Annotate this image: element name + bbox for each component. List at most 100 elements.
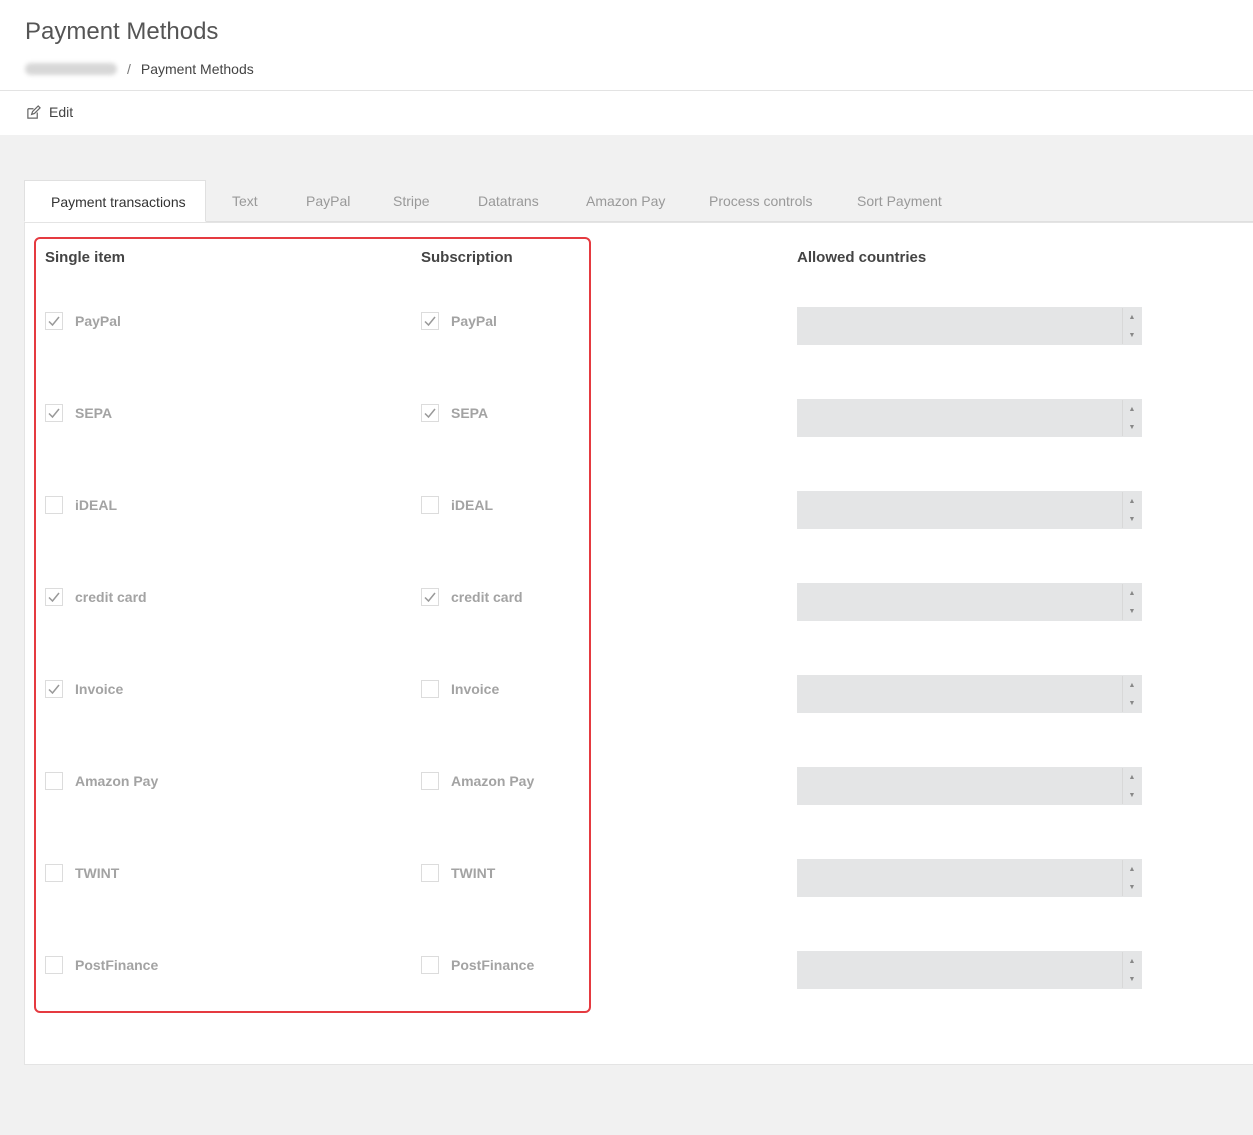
single-amazon-pay-checkbox[interactable]	[45, 772, 63, 790]
checkmark-icon	[424, 316, 436, 327]
subscription-twint-label: TWINT	[451, 865, 496, 881]
edit-icon	[27, 104, 41, 119]
spin-down-icon[interactable]: ▼	[1123, 878, 1141, 896]
spinner-buttons: ▲ ▼	[1122, 400, 1141, 436]
spin-up-icon[interactable]: ▲	[1123, 400, 1141, 418]
subscription-heading: Subscription	[421, 249, 513, 266]
spin-down-icon[interactable]: ▼	[1123, 326, 1141, 344]
spin-up-icon[interactable]: ▲	[1123, 308, 1141, 326]
breadcrumb-blurred-item[interactable]	[25, 63, 117, 75]
subscription-twint-checkbox[interactable]	[421, 864, 439, 882]
allowed-countries-heading: Allowed countries	[797, 249, 927, 266]
single-amazon-pay-option[interactable]: Amazon Pay	[45, 772, 158, 790]
subscription-paypal-checkbox[interactable]	[421, 312, 439, 330]
spin-down-icon[interactable]: ▼	[1123, 970, 1141, 988]
subscription-sepa-label: SEPA	[451, 405, 489, 421]
subscription-amazon-pay-checkbox[interactable]	[421, 772, 439, 790]
allowed-countries-credit-card-input[interactable]: ▲ ▼	[797, 583, 1142, 621]
tab-amazon-pay[interactable]: Amazon Pay	[586, 180, 665, 222]
single-postfinance-checkbox[interactable]	[45, 956, 63, 974]
spin-down-icon[interactable]: ▼	[1123, 786, 1141, 804]
subscription-ideal-label: iDEAL	[451, 497, 493, 513]
allowed-countries-invoice-input[interactable]: ▲ ▼	[797, 675, 1142, 713]
spin-up-icon[interactable]: ▲	[1123, 952, 1141, 970]
subscription-ideal-option[interactable]: iDEAL	[421, 496, 493, 514]
subscription-invoice-option[interactable]: Invoice	[421, 680, 499, 698]
single-credit-card-checkbox[interactable]	[45, 588, 63, 606]
single-sepa-checkbox[interactable]	[45, 404, 63, 422]
allowed-countries-paypal-input[interactable]: ▲ ▼	[797, 307, 1142, 345]
subscription-postfinance-option[interactable]: PostFinance	[421, 956, 534, 974]
single-invoice-option[interactable]: Invoice	[45, 680, 123, 698]
breadcrumb-current: Payment Methods	[140, 61, 254, 77]
tab-sort-payment[interactable]: Sort Payment	[857, 180, 942, 222]
single-invoice-label: Invoice	[75, 681, 124, 697]
allowed-countries-amazon-pay-input[interactable]: ▲ ▼	[797, 767, 1142, 805]
edit-button[interactable]: Edit	[26, 104, 73, 120]
tab-text[interactable]: Text	[232, 180, 258, 222]
spinner-buttons: ▲ ▼	[1122, 952, 1141, 988]
spinner-buttons: ▲ ▼	[1122, 584, 1141, 620]
subscription-sepa-option[interactable]: SEPA	[421, 404, 488, 422]
spin-up-icon[interactable]: ▲	[1123, 492, 1141, 510]
single-paypal-label: PayPal	[75, 313, 121, 329]
tab-process-controls[interactable]: Process controls	[709, 180, 812, 222]
page-header: Payment Methods / Payment Methods	[0, 0, 1253, 91]
single-invoice-checkbox[interactable]	[45, 680, 63, 698]
checkmark-icon	[424, 592, 436, 603]
subscription-credit-card-label: credit card	[451, 589, 523, 605]
allowed-countries-postfinance-input[interactable]: ▲ ▼	[797, 951, 1142, 989]
page-title: Payment Methods	[25, 18, 219, 45]
single-credit-card-label: credit card	[75, 589, 147, 605]
subscription-credit-card-checkbox[interactable]	[421, 588, 439, 606]
single-twint-option[interactable]: TWINT	[45, 864, 119, 882]
checkmark-icon	[48, 316, 60, 327]
subscription-postfinance-checkbox[interactable]	[421, 956, 439, 974]
allowed-countries-sepa-input[interactable]: ▲ ▼	[797, 399, 1142, 437]
checkmark-icon	[48, 408, 60, 419]
spinner-buttons: ▲ ▼	[1122, 768, 1141, 804]
tab-datatrans[interactable]: Datatrans	[478, 180, 539, 222]
tab-paypal[interactable]: PayPal	[306, 180, 350, 222]
breadcrumb-separator: /	[127, 61, 131, 77]
subscription-credit-card-option[interactable]: credit card	[421, 588, 523, 606]
single-ideal-label: iDEAL	[75, 497, 117, 513]
spin-up-icon[interactable]: ▲	[1123, 860, 1141, 878]
spin-down-icon[interactable]: ▼	[1123, 418, 1141, 436]
tab-content-panel	[24, 222, 1253, 1065]
spin-down-icon[interactable]: ▼	[1123, 694, 1141, 712]
single-ideal-checkbox[interactable]	[45, 496, 63, 514]
allowed-countries-ideal-input[interactable]: ▲ ▼	[797, 491, 1142, 529]
subscription-paypal-option[interactable]: PayPal	[421, 312, 497, 330]
spin-down-icon[interactable]: ▼	[1123, 510, 1141, 528]
breadcrumb: / Payment Methods	[25, 61, 254, 77]
spin-up-icon[interactable]: ▲	[1123, 676, 1141, 694]
subscription-invoice-checkbox[interactable]	[421, 680, 439, 698]
single-twint-label: TWINT	[75, 865, 120, 881]
single-ideal-option[interactable]: iDEAL	[45, 496, 117, 514]
subscription-amazon-pay-option[interactable]: Amazon Pay	[421, 772, 534, 790]
tab-bar: Payment transactions Text PayPal Stripe …	[24, 180, 1253, 222]
subscription-amazon-pay-label: Amazon Pay	[451, 773, 535, 789]
checkmark-icon	[48, 592, 60, 603]
subscription-ideal-checkbox[interactable]	[421, 496, 439, 514]
single-sepa-label: SEPA	[75, 405, 113, 421]
subscription-twint-option[interactable]: TWINT	[421, 864, 495, 882]
tab-payment-transactions[interactable]: Payment transactions	[24, 180, 206, 222]
spin-up-icon[interactable]: ▲	[1123, 768, 1141, 786]
single-twint-checkbox[interactable]	[45, 864, 63, 882]
subscription-postfinance-label: PostFinance	[451, 957, 535, 973]
single-postfinance-option[interactable]: PostFinance	[45, 956, 158, 974]
single-credit-card-option[interactable]: credit card	[45, 588, 147, 606]
tab-stripe[interactable]: Stripe	[393, 180, 430, 222]
single-paypal-option[interactable]: PayPal	[45, 312, 121, 330]
single-sepa-option[interactable]: SEPA	[45, 404, 112, 422]
single-item-heading: Single item	[45, 249, 126, 266]
single-paypal-checkbox[interactable]	[45, 312, 63, 330]
spinner-buttons: ▲ ▼	[1122, 676, 1141, 712]
spin-down-icon[interactable]: ▼	[1123, 602, 1141, 620]
spinner-buttons: ▲ ▼	[1122, 860, 1141, 896]
subscription-sepa-checkbox[interactable]	[421, 404, 439, 422]
allowed-countries-twint-input[interactable]: ▲ ▼	[797, 859, 1142, 897]
spin-up-icon[interactable]: ▲	[1123, 584, 1141, 602]
